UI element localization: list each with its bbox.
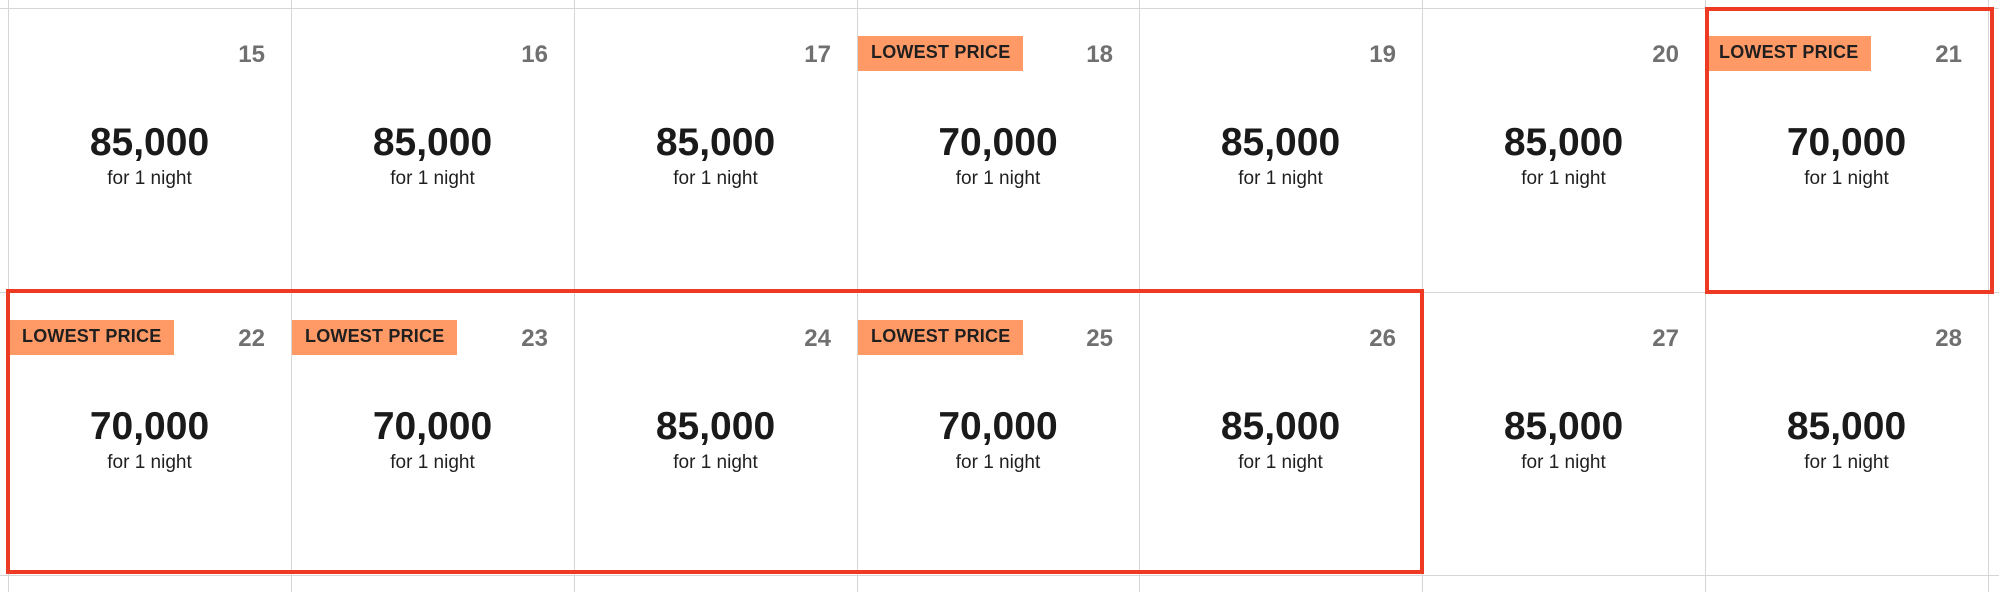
day-number: 28 (1935, 325, 1962, 352)
stay-length-label: for 1 night (390, 168, 475, 189)
points-price: 85,000 (655, 121, 776, 164)
calendar-day-cell[interactable]: LOWEST PRICE 25 70,000 for 1 night (857, 292, 1139, 575)
stay-length-label: for 1 night (1238, 168, 1323, 189)
points-price: 85,000 (1503, 405, 1624, 448)
day-number: 26 (1369, 325, 1396, 352)
grid-line (1988, 0, 1989, 592)
calendar-day-cell[interactable]: 19 85,000 for 1 night (1139, 8, 1422, 292)
calendar-day-cell[interactable]: 17 85,000 for 1 night (574, 8, 857, 292)
calendar-day-cell[interactable]: 27 85,000 for 1 night (1422, 292, 1705, 575)
points-price: 85,000 (1220, 121, 1341, 164)
day-number: 24 (804, 325, 831, 352)
points-price: 70,000 (89, 405, 210, 448)
stay-length-label: for 1 night (1521, 168, 1606, 189)
calendar-day-cell[interactable]: LOWEST PRICE 18 70,000 for 1 night (857, 8, 1139, 292)
calendar-day-cell[interactable]: LOWEST PRICE 22 70,000 for 1 night (8, 292, 291, 575)
points-price: 70,000 (1786, 121, 1907, 164)
day-number: 27 (1652, 325, 1679, 352)
day-number: 16 (521, 41, 548, 68)
stay-length-label: for 1 night (955, 452, 1041, 473)
day-number: 20 (1652, 41, 1679, 68)
points-price: 70,000 (938, 405, 1058, 448)
stay-length-label: for 1 night (1804, 452, 1889, 473)
lowest-price-badge: LOWEST PRICE (9, 320, 175, 355)
day-number: 17 (804, 41, 831, 68)
stay-length-label: for 1 night (390, 452, 475, 473)
lowest-price-badge: LOWEST PRICE (292, 320, 458, 355)
stay-length-label: for 1 night (673, 168, 758, 189)
points-price: 70,000 (372, 405, 493, 448)
day-number: 18 (1086, 41, 1113, 68)
lowest-price-badge: LOWEST PRICE (1706, 36, 1872, 71)
points-price: 85,000 (655, 405, 776, 448)
points-price: 70,000 (938, 121, 1058, 164)
points-price: 85,000 (1786, 405, 1907, 448)
day-number: 15 (238, 41, 265, 68)
calendar-day-cell[interactable]: 15 85,000 for 1 night (8, 8, 291, 292)
grid-line (0, 575, 1999, 576)
day-number: 23 (521, 325, 548, 352)
calendar-day-cell[interactable]: 26 85,000 for 1 night (1139, 292, 1422, 575)
calendar-day-cell[interactable]: 16 85,000 for 1 night (291, 8, 574, 292)
lowest-price-badge: LOWEST PRICE (858, 320, 1024, 355)
calendar-day-cell[interactable]: 20 85,000 for 1 night (1422, 8, 1705, 292)
points-price: 85,000 (1503, 121, 1624, 164)
day-number: 19 (1369, 41, 1396, 68)
calendar-day-cell[interactable]: 28 85,000 for 1 night (1705, 292, 1988, 575)
day-number: 25 (1086, 325, 1113, 352)
day-number: 22 (238, 325, 265, 352)
calendar-day-cell[interactable]: LOWEST PRICE 23 70,000 for 1 night (291, 292, 574, 575)
stay-length-label: for 1 night (955, 168, 1041, 189)
points-price: 85,000 (89, 121, 210, 164)
lowest-price-badge: LOWEST PRICE (858, 36, 1024, 71)
points-price: 85,000 (1220, 405, 1341, 448)
stay-length-label: for 1 night (1521, 452, 1606, 473)
stay-length-label: for 1 night (673, 452, 758, 473)
stay-length-label: for 1 night (1238, 452, 1323, 473)
day-number: 21 (1935, 41, 1962, 68)
calendar-day-cell[interactable]: LOWEST PRICE 21 70,000 for 1 night (1705, 8, 1988, 292)
points-price: 85,000 (372, 121, 493, 164)
stay-length-label: for 1 night (107, 168, 192, 189)
stay-length-label: for 1 night (1804, 168, 1889, 189)
stay-length-label: for 1 night (107, 452, 192, 473)
calendar-day-cell[interactable]: 24 85,000 for 1 night (574, 292, 857, 575)
